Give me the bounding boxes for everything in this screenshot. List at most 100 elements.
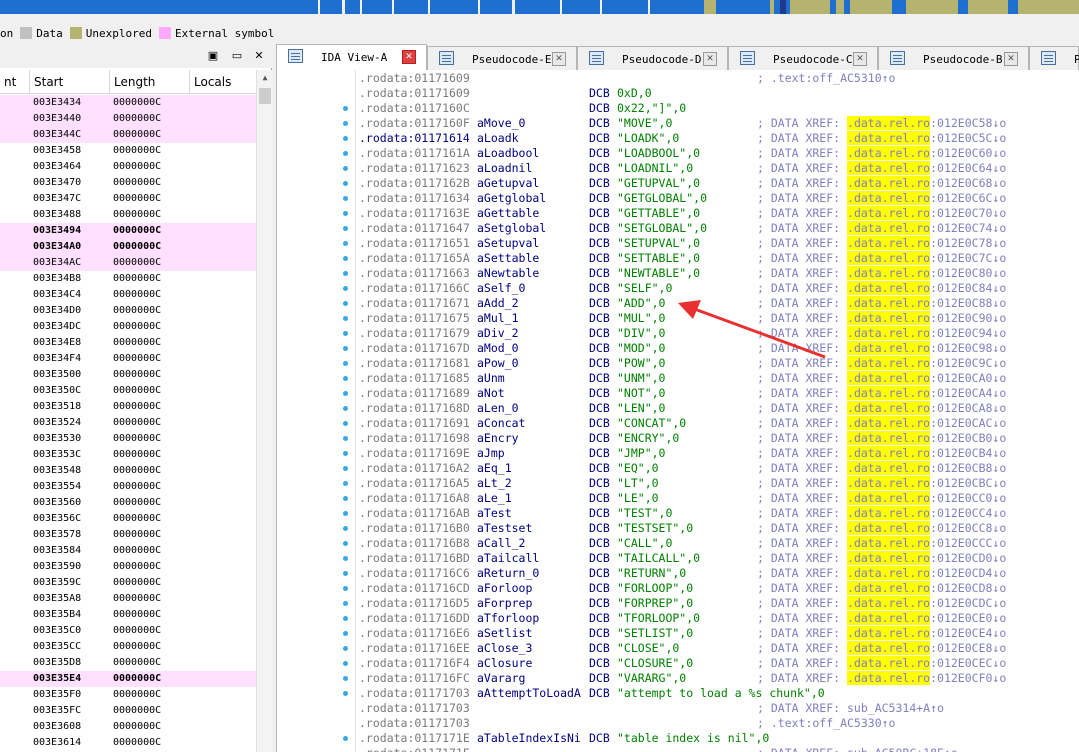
panel-menu-icon[interactable]: ▣ — [206, 49, 220, 63]
tab-pseudocode-e[interactable]: Pseudocode-E ✕ — [427, 46, 577, 70]
function-start: 003E3584 — [33, 545, 82, 556]
table-row[interactable]: 003E3518 0000000C — [0, 399, 256, 415]
tab-close-icon[interactable]: ✕ — [703, 52, 717, 66]
tab-pseudocode-c[interactable]: Pseudocode-C ✕ — [728, 46, 878, 70]
table-row[interactable]: 003E35C0 0000000C — [0, 623, 256, 639]
functions-table: 003E3434 0000000C 003E3440 0000000C 003E344C… — [0, 95, 256, 751]
tab-close-icon[interactable]: ✕ — [853, 52, 867, 66]
function-length: 0000000C — [113, 113, 162, 124]
table-row[interactable]: 003E3524 0000000C — [0, 415, 256, 431]
function-length: 0000000C — [113, 513, 162, 524]
tab-pseu[interactable]: Pseu — [1029, 46, 1079, 70]
panel-restore-icon[interactable]: ▭ — [230, 49, 244, 63]
tab-close-icon[interactable]: ✕ — [552, 52, 566, 66]
table-row[interactable]: 003E35D8 0000000C — [0, 655, 256, 671]
function-length: 0000000C — [113, 241, 162, 252]
table-row[interactable]: 003E34B8 0000000C — [0, 271, 256, 287]
table-row[interactable]: 003E3488 0000000C — [0, 207, 256, 223]
function-start: 003E3590 — [33, 561, 82, 572]
navband-segment — [836, 0, 844, 14]
table-row[interactable]: 003E3614 0000000C — [0, 735, 256, 751]
column-header-start[interactable]: Start — [30, 70, 110, 94]
table-row[interactable]: 003E3458 0000000C — [0, 143, 256, 159]
function-length: 0000000C — [113, 465, 162, 476]
tab-pseudocode-b[interactable]: Pseudocode-B ✕ — [878, 46, 1029, 70]
scroll-thumb[interactable] — [259, 88, 271, 104]
table-row[interactable]: 003E3530 0000000C — [0, 431, 256, 447]
function-length: 0000000C — [113, 353, 162, 364]
ida-view-a[interactable]: .rodata:01171609; .text:off_AC5310↑o .rod… — [276, 70, 1079, 752]
function-start: 003E3608 — [33, 721, 82, 732]
navband-segment — [560, 0, 562, 14]
table-row[interactable]: 003E3554 0000000C — [0, 479, 256, 495]
table-row[interactable]: 003E34C4 0000000C — [0, 287, 256, 303]
navband-segment — [704, 0, 716, 14]
table-row[interactable]: 003E3470 0000000C — [0, 175, 256, 191]
table-row[interactable]: 003E35B4 0000000C — [0, 607, 256, 623]
table-row[interactable]: 003E34D0 0000000C — [0, 303, 256, 319]
table-row[interactable]: 003E353C 0000000C — [0, 447, 256, 463]
table-row[interactable]: 003E3590 0000000C — [0, 559, 256, 575]
table-row[interactable]: 003E3434 0000000C — [0, 95, 256, 111]
table-row[interactable]: 003E35F0 0000000C — [0, 687, 256, 703]
legend-label: Unexplored — [85, 26, 152, 40]
table-row[interactable]: 003E3584 0000000C — [0, 543, 256, 559]
table-row[interactable]: 003E356C 0000000C — [0, 511, 256, 527]
function-length: 0000000C — [113, 449, 162, 460]
table-row[interactable]: 003E3440 0000000C — [0, 111, 256, 127]
tab-ida-view-a[interactable]: IDA View-A ✕ — [276, 44, 427, 70]
table-row[interactable]: 003E34A0 0000000C — [0, 239, 256, 255]
tab-pseudocode-d[interactable]: Pseudocode-D ✕ — [577, 46, 728, 70]
table-row[interactable]: 003E35E4 0000000C — [0, 671, 256, 687]
table-row[interactable]: 003E347C 0000000C — [0, 191, 256, 207]
function-start: 003E344C — [33, 129, 82, 140]
tab-close-icon[interactable]: ✕ — [402, 50, 416, 64]
table-row[interactable]: 003E3494 0000000C — [0, 223, 256, 239]
function-start: 003E3530 — [33, 433, 82, 444]
navband-segment — [648, 0, 650, 14]
legend-item: External symbol — [158, 27, 274, 40]
view-icon — [439, 51, 454, 65]
function-length: 0000000C — [113, 609, 162, 620]
table-row[interactable]: 003E34AC 0000000C — [0, 255, 256, 271]
table-row[interactable]: 003E34F4 0000000C — [0, 351, 256, 367]
table-row[interactable]: 003E34DC 0000000C — [0, 319, 256, 335]
table-row[interactable]: 003E359C 0000000C — [0, 575, 256, 591]
navband-segment — [962, 0, 966, 14]
table-row[interactable]: 003E3548 0000000C — [0, 463, 256, 479]
table-row[interactable]: 003E34E8 0000000C — [0, 335, 256, 351]
table-row[interactable]: 003E344C 0000000C — [0, 127, 256, 143]
column-header-name[interactable]: nt — [0, 70, 30, 94]
table-row[interactable]: 003E3578 0000000C — [0, 527, 256, 543]
function-length: 0000000C — [113, 177, 162, 188]
table-row[interactable]: 003E3560 0000000C — [0, 495, 256, 511]
panel-close-icon[interactable]: ✕ — [252, 49, 266, 63]
function-length: 0000000C — [113, 433, 162, 444]
function-start: 003E3518 — [33, 401, 82, 412]
table-row[interactable]: 003E3608 0000000C — [0, 719, 256, 735]
function-start: 003E3554 — [33, 481, 82, 492]
table-row[interactable]: 003E3464 0000000C — [0, 159, 256, 175]
functions-scrollbar[interactable]: ▲ — [256, 70, 272, 752]
navband-segment — [790, 0, 830, 14]
column-header-length[interactable]: Length — [110, 70, 190, 94]
tab-close-icon[interactable]: ✕ — [1004, 52, 1018, 66]
view-icon — [1041, 51, 1056, 65]
table-row[interactable]: 003E35A8 0000000C — [0, 591, 256, 607]
table-row[interactable]: 003E35FC 0000000C — [0, 703, 256, 719]
table-row[interactable]: 003E3500 0000000C — [0, 367, 256, 383]
function-length: 0000000C — [113, 337, 162, 348]
function-length: 0000000C — [113, 561, 162, 572]
view-icon — [890, 51, 905, 65]
table-row[interactable]: 003E35CC 0000000C — [0, 639, 256, 655]
navigation-band[interactable] — [0, 0, 1079, 14]
table-row[interactable]: 003E350C 0000000C — [0, 383, 256, 399]
function-start: 003E3458 — [33, 145, 82, 156]
navband-segment — [392, 0, 394, 14]
function-start: 003E3440 — [33, 113, 82, 124]
scroll-up-icon[interactable]: ▲ — [257, 70, 273, 86]
function-length: 0000000C — [113, 385, 162, 396]
function-start: 003E3524 — [33, 417, 82, 428]
column-header-locals[interactable]: Locals — [190, 70, 256, 94]
function-start: 003E3614 — [33, 737, 82, 748]
